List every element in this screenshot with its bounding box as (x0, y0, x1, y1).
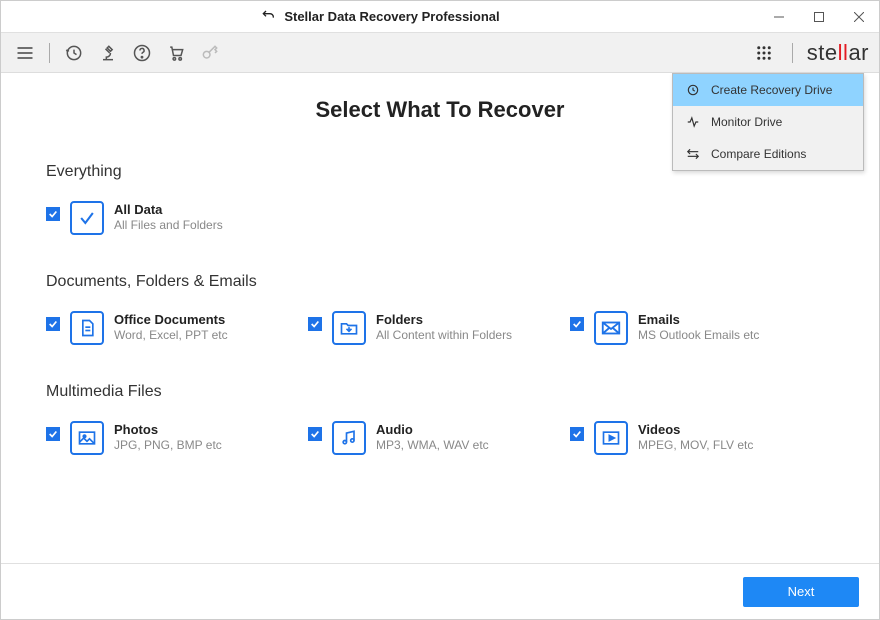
option-sub: All Content within Folders (376, 328, 512, 342)
dropdown-monitor-drive[interactable]: Monitor Drive (673, 106, 863, 138)
next-button[interactable]: Next (743, 577, 859, 607)
option-emails[interactable]: Emails MS Outlook Emails etc (570, 311, 832, 345)
toolbar: stellar (1, 33, 879, 73)
document-icon (70, 311, 104, 345)
option-label: Folders (376, 312, 512, 327)
dropdown-label: Create Recovery Drive (711, 83, 832, 97)
option-office-documents[interactable]: Office Documents Word, Excel, PPT etc (46, 311, 308, 345)
key-icon[interactable] (196, 39, 224, 67)
folder-icon (332, 311, 366, 345)
minimize-button[interactable] (759, 1, 799, 33)
dropdown-compare-editions[interactable]: Compare Editions (673, 138, 863, 170)
option-label: Photos (114, 422, 222, 437)
dropdown-label: Compare Editions (711, 147, 806, 161)
option-sub: MPEG, MOV, FLV etc (638, 438, 753, 452)
section-title: Multimedia Files (46, 383, 834, 401)
history-icon[interactable] (60, 39, 88, 67)
compare-icon (685, 147, 701, 161)
checkbox[interactable] (46, 317, 60, 331)
section-everything: Everything All Data All Files and Folder… (46, 163, 834, 235)
apps-icon[interactable] (750, 39, 778, 67)
divider (792, 43, 793, 63)
option-audio[interactable]: Audio MP3, WMA, WAV etc (308, 421, 570, 455)
option-all-data[interactable]: All Data All Files and Folders (46, 201, 308, 235)
option-label: Office Documents (114, 312, 228, 327)
option-sub: MS Outlook Emails etc (638, 328, 759, 342)
option-photos[interactable]: Photos JPG, PNG, BMP etc (46, 421, 308, 455)
title-area: Stellar Data Recovery Professional (1, 7, 759, 26)
checkbox[interactable] (46, 427, 60, 441)
maximize-button[interactable] (799, 1, 839, 33)
dropdown-create-recovery-drive[interactable]: Create Recovery Drive (673, 74, 863, 106)
email-icon (594, 311, 628, 345)
option-sub: Word, Excel, PPT etc (114, 328, 228, 342)
option-sub: All Files and Folders (114, 218, 223, 232)
monitor-icon (685, 115, 701, 129)
video-icon (594, 421, 628, 455)
help-icon[interactable] (128, 39, 156, 67)
option-folders[interactable]: Folders All Content within Folders (308, 311, 570, 345)
checkbox[interactable] (570, 317, 584, 331)
option-videos[interactable]: Videos MPEG, MOV, FLV etc (570, 421, 832, 455)
dropdown-label: Monitor Drive (711, 115, 782, 129)
recovery-icon (685, 83, 701, 97)
checkbox[interactable] (308, 317, 322, 331)
cart-icon[interactable] (162, 39, 190, 67)
option-label: Emails (638, 312, 759, 327)
divider (49, 43, 50, 63)
window-title: Stellar Data Recovery Professional (284, 9, 499, 24)
audio-icon (332, 421, 366, 455)
check-icon (70, 201, 104, 235)
option-label: Audio (376, 422, 489, 437)
footer: Next (1, 563, 879, 619)
section-documents: Documents, Folders & Emails Office Docum… (46, 273, 834, 345)
microscope-icon[interactable] (94, 39, 122, 67)
back-icon[interactable] (260, 7, 276, 26)
menu-icon[interactable] (11, 39, 39, 67)
brand-logo: stellar (807, 40, 869, 66)
titlebar: Stellar Data Recovery Professional (1, 1, 879, 33)
option-sub: JPG, PNG, BMP etc (114, 438, 222, 452)
option-label: Videos (638, 422, 753, 437)
checkbox[interactable] (308, 427, 322, 441)
close-button[interactable] (839, 1, 879, 33)
option-label: All Data (114, 202, 223, 217)
photo-icon (70, 421, 104, 455)
section-title: Documents, Folders & Emails (46, 273, 834, 291)
checkbox[interactable] (46, 207, 60, 221)
option-sub: MP3, WMA, WAV etc (376, 438, 489, 452)
section-multimedia: Multimedia Files Photos JPG, PNG, BMP et… (46, 383, 834, 455)
waffle-dropdown: Create Recovery Drive Monitor Drive Comp… (672, 73, 864, 171)
checkbox[interactable] (570, 427, 584, 441)
